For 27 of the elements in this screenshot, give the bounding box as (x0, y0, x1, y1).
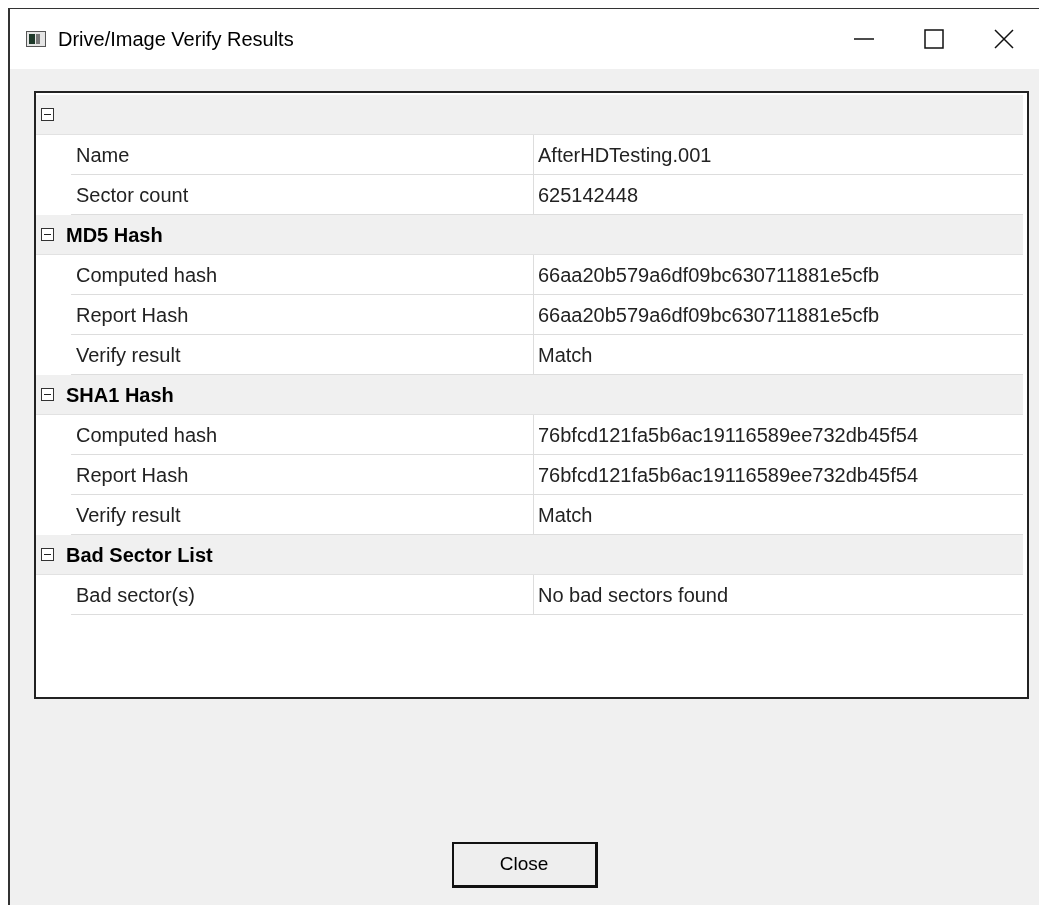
property-name: Bad sector(s) (71, 575, 534, 615)
group-header[interactable]: Bad Sector List (36, 535, 1023, 575)
property-value: AfterHDTesting.001 (534, 135, 1023, 175)
collapse-icon[interactable] (41, 548, 54, 561)
group-header[interactable]: MD5 Hash (36, 215, 1023, 255)
close-icon[interactable] (994, 29, 1014, 49)
property-name: Report Hash (71, 295, 534, 335)
property-name: Computed hash (71, 255, 534, 295)
group-header[interactable]: SHA1 Hash (36, 375, 1023, 415)
collapse-icon[interactable] (41, 108, 54, 121)
property-value: 66aa20b579a6df09bc630711881e5cfb (534, 255, 1023, 295)
maximize-icon[interactable] (924, 29, 944, 49)
group-title: Bad Sector List (66, 542, 213, 568)
property-value: 76bfcd121fa5b6ac19116589ee732db45f54 (534, 455, 1023, 495)
property-value: No bad sectors found (534, 575, 1023, 615)
group-title: MD5 Hash (66, 222, 163, 248)
group-title: SHA1 Hash (66, 382, 174, 408)
collapse-icon[interactable] (41, 228, 54, 241)
property-value: 76bfcd121fa5b6ac19116589ee732db45f54 (534, 415, 1023, 455)
property-name: Report Hash (71, 455, 534, 495)
close-button[interactable]: Close (451, 842, 598, 888)
property-name: Name (71, 135, 534, 175)
window-title: Drive/Image Verify Results (58, 27, 294, 52)
collapse-icon[interactable] (41, 388, 54, 401)
window-icon (26, 31, 46, 47)
property-name: Computed hash (71, 415, 534, 455)
property-value: 66aa20b579a6df09bc630711881e5cfb (534, 295, 1023, 335)
